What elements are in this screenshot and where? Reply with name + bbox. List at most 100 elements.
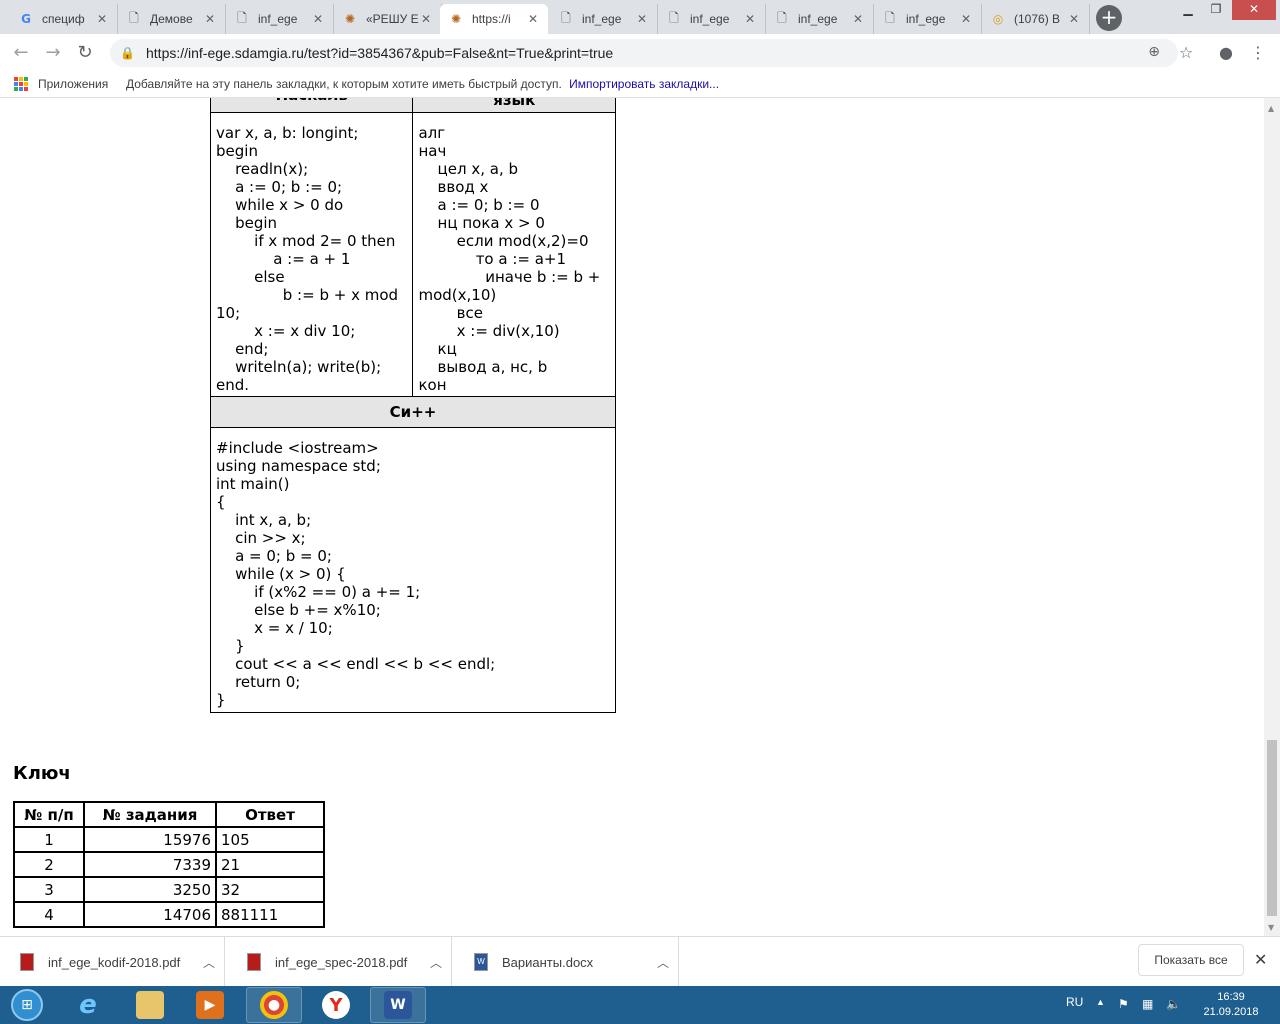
answer-value: 21 xyxy=(215,851,325,878)
chrome-icon: ● xyxy=(260,991,288,1019)
pdf-icon xyxy=(20,953,34,971)
download-item[interactable]: inf_ege_kodif-2018.pdf ︿ xyxy=(0,937,225,987)
algo-cell: алг нач цел x, a, b ввод x a := 0; b := … xyxy=(412,112,616,397)
close-tab-icon[interactable]: ✕ xyxy=(95,12,109,26)
windows-taskbar: ⊞ e ▶ ● Y W RU ▲ ⚑ ▦ 🔈 16:39 21.09.2018 xyxy=(0,986,1280,1024)
download-item[interactable]: inf_ege_spec-2018.pdf ︿ xyxy=(227,937,452,987)
sdamgia-icon: ✺ xyxy=(344,12,356,26)
browser-tab[interactable]: 🗋 inf_ege ✕ xyxy=(550,4,658,34)
close-downloads-icon[interactable]: ✕ xyxy=(1254,950,1267,970)
show-all-button[interactable]: Показать все xyxy=(1138,944,1244,976)
zoom-icon[interactable]: ⊕ xyxy=(1148,44,1160,60)
media-player-app[interactable]: ▶ xyxy=(182,987,238,1023)
word-app[interactable]: W xyxy=(370,987,426,1023)
browser-tab[interactable]: ◎ (1076) В ✕ xyxy=(982,4,1090,34)
browser-tab[interactable]: 🗋 inf_ege ✕ xyxy=(658,4,766,34)
close-tab-icon[interactable]: ✕ xyxy=(526,12,540,26)
task-number: 15976 xyxy=(83,826,217,853)
window-close-icon[interactable]: ✕ xyxy=(1232,0,1276,20)
yandex-app[interactable]: Y xyxy=(308,987,364,1023)
lock-icon[interactable]: 🔒 xyxy=(120,46,135,60)
download-filename: inf_ege_spec-2018.pdf xyxy=(275,954,408,970)
browser-tab[interactable]: 🗋 inf_ege ✕ xyxy=(766,4,874,34)
reload-icon[interactable]: ↻ xyxy=(74,42,96,64)
answer-value: 32 xyxy=(215,876,325,903)
pdf-icon xyxy=(247,953,261,971)
vertical-scrollbar[interactable]: ▲ ▼ xyxy=(1264,98,1280,936)
column-header: № п/п xyxy=(13,801,85,828)
minimize-icon[interactable]: ▁ xyxy=(1174,0,1202,20)
tab-title: inf_ege xyxy=(798,12,838,26)
page-icon: 🗋 xyxy=(885,10,895,25)
row-number: 4 xyxy=(13,901,85,928)
bookmark-star-icon[interactable]: ☆ xyxy=(1175,43,1197,62)
download-item[interactable]: W Варианты.docx ︿ xyxy=(454,937,679,987)
page-icon: 🗋 xyxy=(561,10,571,25)
tab-title: Демове xyxy=(150,12,193,26)
downloads-bar: inf_ege_kodif-2018.pdf ︿ inf_ege_spec-20… xyxy=(0,936,1280,987)
flag-icon[interactable]: ⚑ xyxy=(1118,997,1129,1011)
row-number: 3 xyxy=(13,876,85,903)
pascal-cell: var x, a, b: longint; begin readln(x); a… xyxy=(209,112,414,397)
apps-grid-icon xyxy=(14,77,28,91)
google-icon: G xyxy=(21,12,31,26)
clock-time: 16:39 xyxy=(1217,991,1245,1003)
browser-tab[interactable]: ✺ «РЕШУ Е ✕ xyxy=(334,4,442,34)
import-bookmarks-link[interactable]: Импортировать закладки... xyxy=(569,77,719,91)
close-tab-icon[interactable]: ✕ xyxy=(1067,12,1081,26)
browser-toolbar: ← → ↻ 🔒 https://inf-ege.sdamgia.ru/test?… xyxy=(0,34,1280,72)
word-doc-icon: W xyxy=(474,953,488,971)
network-icon[interactable]: ▦ xyxy=(1142,997,1153,1011)
folder-icon xyxy=(136,991,164,1019)
close-tab-icon[interactable]: ✕ xyxy=(959,12,973,26)
table-header-row: № п/п № задания Ответ xyxy=(13,801,325,828)
start-button[interactable]: ⊞ xyxy=(6,986,48,1024)
language-indicator[interactable]: RU xyxy=(1066,995,1083,1009)
clock[interactable]: 16:39 21.09.2018 xyxy=(1196,990,1266,1020)
forward-icon[interactable]: → xyxy=(42,42,64,64)
tab-title: inf_ege xyxy=(258,12,298,26)
scroll-down-icon[interactable]: ▼ xyxy=(1268,923,1274,932)
close-tab-icon[interactable]: ✕ xyxy=(635,12,649,26)
address-bar[interactable]: 🔒 https://inf-ege.sdamgia.ru/test?id=385… xyxy=(110,39,1178,67)
menu-icon[interactable]: ⋮ xyxy=(1247,43,1269,62)
algo-code: алг нач цел x, a, b ввод x a := 0; b := … xyxy=(418,124,601,394)
new-tab-button[interactable]: + xyxy=(1096,5,1122,31)
chevron-up-icon[interactable]: ︿ xyxy=(648,954,678,971)
clock-date: 21.09.2018 xyxy=(1203,1006,1259,1018)
answer-value: 105 xyxy=(215,826,325,853)
close-tab-icon[interactable]: ✕ xyxy=(419,12,433,26)
browser-tab[interactable]: G специф ✕ xyxy=(10,4,118,34)
chrome-app[interactable]: ● xyxy=(246,987,302,1023)
close-tab-icon[interactable]: ✕ xyxy=(311,12,325,26)
scrollbar-thumb[interactable] xyxy=(1267,740,1277,916)
apps-button[interactable]: Приложения xyxy=(14,77,108,91)
profile-icon[interactable]: ● xyxy=(1215,43,1237,62)
scroll-up-icon[interactable]: ▲ xyxy=(1268,104,1274,113)
volume-icon[interactable]: 🔈 xyxy=(1166,997,1181,1011)
browser-tab-active[interactable]: ✺ https://i ✕ xyxy=(440,4,548,34)
explorer-app[interactable] xyxy=(122,987,178,1023)
code-table: Паскаль язык var x, a, b: longint; begin… xyxy=(209,98,616,713)
url-text[interactable]: https://inf-ege.sdamgia.ru/test?id=38543… xyxy=(146,45,613,61)
pascal-code: var x, a, b: longint; begin readln(x); a… xyxy=(216,124,399,394)
browser-tab[interactable]: 🗋 inf_ege ✕ xyxy=(226,4,334,34)
back-icon[interactable]: ← xyxy=(10,42,32,64)
internet-explorer-app[interactable]: e xyxy=(60,987,116,1023)
restore-icon[interactable]: ❐ xyxy=(1202,0,1230,20)
chevron-up-icon[interactable]: ︿ xyxy=(421,954,451,971)
close-tab-icon[interactable]: ✕ xyxy=(203,12,217,26)
page-icon: 🗋 xyxy=(129,10,139,25)
yandex-icon: Y xyxy=(322,991,350,1019)
chevron-up-icon[interactable]: ︿ xyxy=(194,954,224,971)
close-tab-icon[interactable]: ✕ xyxy=(851,12,865,26)
browser-tab[interactable]: 🗋 inf_ege ✕ xyxy=(874,4,982,34)
close-tab-icon[interactable]: ✕ xyxy=(743,12,757,26)
word-icon: W xyxy=(384,991,412,1019)
bookmarks-hint-text: Добавляйте на эту панель закладки, к кот… xyxy=(126,77,562,91)
column-header: № задания xyxy=(83,801,217,828)
row-number: 1 xyxy=(13,826,85,853)
browser-tab[interactable]: 🗋 Демове ✕ xyxy=(118,4,226,34)
pascal-header: Паскаль xyxy=(209,98,414,113)
tray-expand-icon[interactable]: ▲ xyxy=(1096,997,1105,1007)
